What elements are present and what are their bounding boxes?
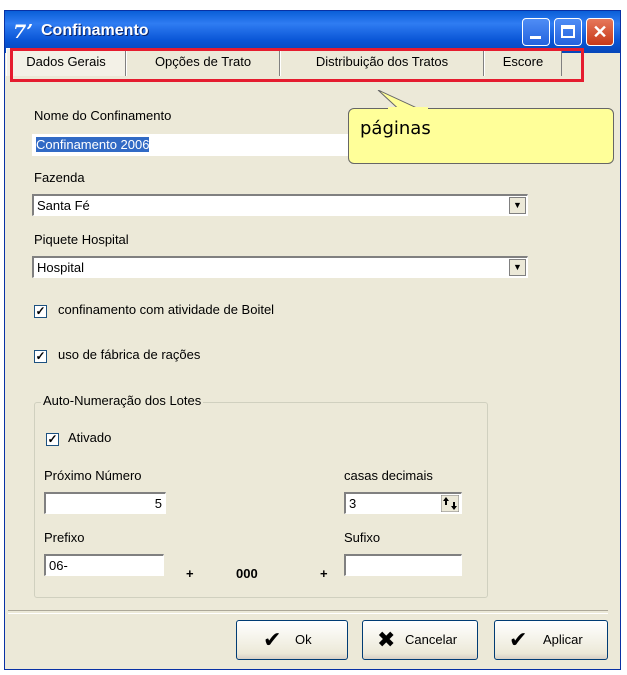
proximo-numero-input[interactable]: 5 — [44, 492, 166, 514]
nome-label: Nome do Confinamento — [34, 108, 172, 123]
x-icon: ✖ — [377, 627, 396, 652]
proximo-numero-label: Próximo Número — [44, 468, 142, 483]
prefixo-input[interactable]: 06- — [44, 554, 164, 576]
maximize-button[interactable] — [554, 18, 582, 46]
annotation-text: páginas — [360, 118, 431, 139]
ok-button-label: Ok — [295, 632, 312, 647]
prefixo-label: Prefixo — [44, 530, 85, 545]
fazenda-label: Fazenda — [34, 170, 85, 185]
minimize-icon — [530, 36, 541, 39]
fazenda-value: Santa Fé — [37, 198, 90, 213]
check-icon: ✔ — [509, 627, 528, 652]
sufixo-label: Sufixo — [344, 530, 381, 545]
nome-input[interactable]: Confinamento 2006 — [32, 134, 352, 156]
window-title: Confinamento — [41, 22, 149, 39]
sufixo-input[interactable] — [344, 554, 462, 576]
ativado-label: Ativado — [68, 430, 112, 445]
footer-separator — [8, 610, 608, 614]
cancel-button-label: Cancelar — [405, 632, 458, 647]
tab-dados-gerais[interactable]: Dados Gerais — [6, 48, 126, 76]
fazenda-select[interactable]: Santa Fé ▼ — [32, 194, 528, 216]
title-bar[interactable]: 7ʼ Confinamento ✕ — [5, 11, 620, 53]
maximize-icon — [561, 25, 575, 38]
apply-button-label: Aplicar — [543, 632, 583, 647]
plus-sign: + — [186, 566, 194, 581]
piquete-select[interactable]: Hospital ▼ — [32, 256, 528, 278]
close-icon: ✕ — [592, 22, 608, 42]
spinner-arrows-icon[interactable] — [441, 495, 459, 512]
tab-escore[interactable]: Escore — [484, 48, 562, 76]
chevron-down-icon[interactable]: ▼ — [509, 197, 526, 214]
casas-decimais-value: 3 — [349, 496, 357, 511]
prefixo-value: 06- — [49, 558, 68, 573]
proximo-numero-value: 5 — [154, 496, 162, 511]
ok-button[interactable]: ✔ Ok — [236, 620, 348, 660]
piquete-value: Hospital — [37, 260, 84, 275]
app-logo-icon: 7ʼ — [13, 21, 33, 43]
auto-numeracao-title: Auto-Numeração dos Lotes — [41, 393, 204, 408]
chevron-down-icon[interactable]: ▼ — [509, 259, 526, 276]
cancel-button[interactable]: ✖ Cancelar — [362, 620, 478, 660]
minimize-button[interactable] — [522, 18, 550, 46]
boitel-checkbox[interactable]: ✓ — [34, 305, 47, 318]
tooltip-pointer-cover — [388, 107, 428, 112]
ativado-checkbox[interactable]: ✓ — [46, 433, 59, 446]
fabrica-label: uso de fábrica de rações — [58, 347, 201, 362]
plus-sign: + — [320, 566, 328, 581]
tab-opcoes-de-trato[interactable]: Opções de Trato — [126, 48, 280, 76]
casas-decimais-label: casas decimais — [344, 468, 433, 483]
check-icon: ✔ — [263, 627, 282, 652]
piquete-label: Piquete Hospital — [34, 232, 129, 247]
tab-distribuicao-dos-tratos[interactable]: Distribuição dos Tratos — [280, 48, 484, 76]
fabrica-checkbox[interactable]: ✓ — [34, 350, 47, 363]
apply-button[interactable]: ✔ Aplicar — [494, 620, 608, 660]
boitel-label: confinamento com atividade de Boitel — [58, 302, 275, 317]
number-mask: 000 — [236, 566, 258, 581]
close-button[interactable]: ✕ — [586, 18, 614, 46]
nome-value: Confinamento 2006 — [36, 137, 150, 152]
casas-decimais-spinner[interactable]: 3 — [344, 492, 462, 514]
